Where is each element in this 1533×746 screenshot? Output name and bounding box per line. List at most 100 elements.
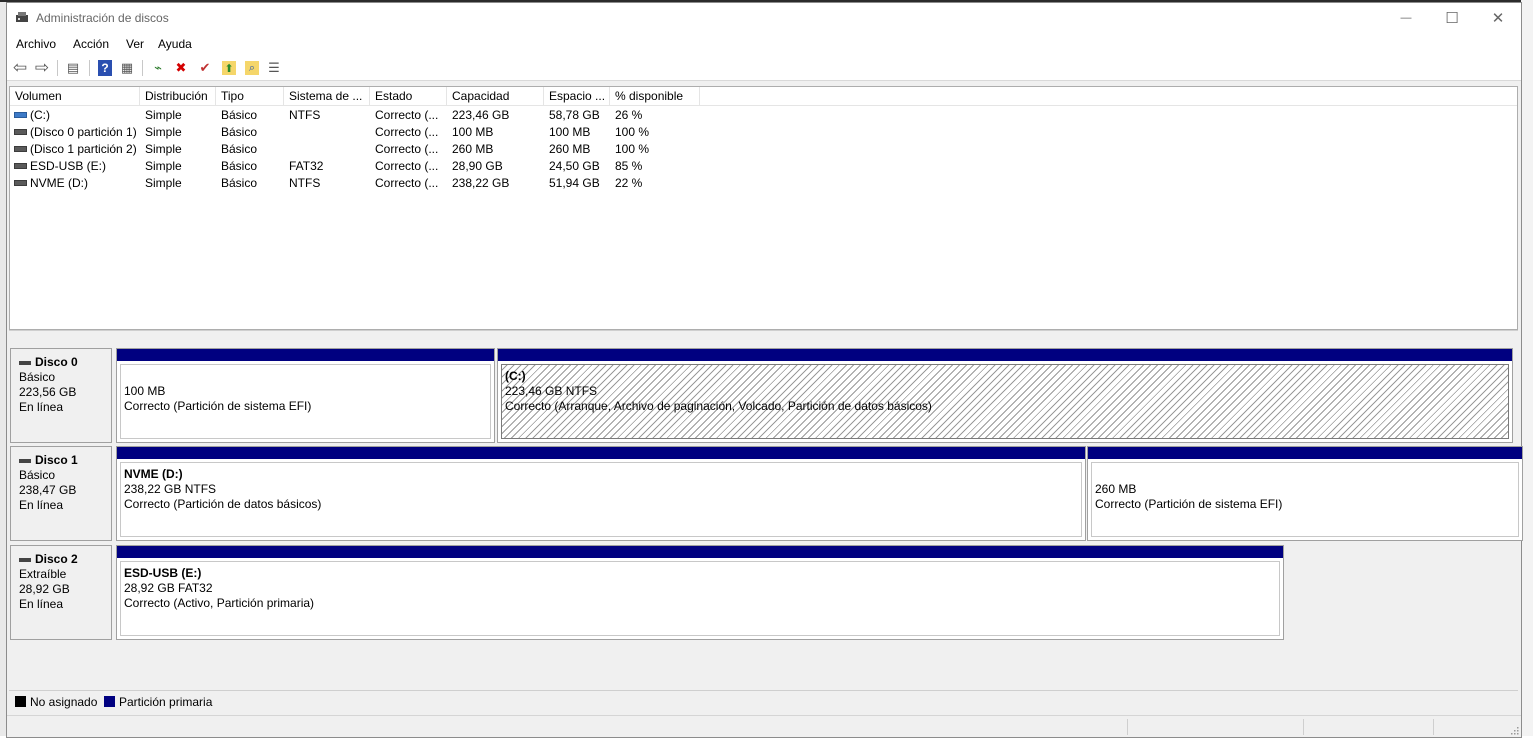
- partition-name: NVME (D:): [124, 467, 183, 481]
- cell-tipo: Básico: [221, 108, 258, 122]
- partition-status: Correcto (Activo, Partición primaria): [124, 596, 315, 610]
- partition[interactable]: 260 MB Correcto (Partición de sistema EFI…: [1087, 446, 1523, 541]
- cell-pct: 85 %: [615, 159, 643, 173]
- disk-size: 223,56 GB: [19, 385, 77, 399]
- maximize-button[interactable]: ☐: [1429, 3, 1475, 33]
- title-bar[interactable]: Administración de discos — ☐ ✕: [7, 3, 1521, 33]
- help-icon: ?: [98, 60, 112, 76]
- menu-archivo[interactable]: Archivo: [16, 37, 56, 51]
- partition-type-bar: [117, 447, 1085, 459]
- cell-cap: 238,22 GB: [452, 176, 510, 190]
- legend-swatch-unallocated: [15, 696, 26, 707]
- column-header[interactable]: Espacio ...: [544, 87, 610, 105]
- help-button[interactable]: ?: [96, 59, 114, 77]
- cell-volumen: (C:): [30, 108, 50, 122]
- disk-type: Básico: [19, 468, 56, 482]
- cell-fs: NTFS: [289, 176, 321, 190]
- disk-name-text: Disco 1: [35, 453, 78, 467]
- console-tree-button[interactable]: ▤: [64, 59, 82, 77]
- toolbar-separator: [89, 60, 90, 76]
- status-divider: [1433, 719, 1434, 735]
- disk-graphical-view: Disco 0 Básico 223,56 GB En línea 100 MB Corr…: [9, 338, 1523, 686]
- partition-type-bar: [117, 349, 494, 361]
- table-row[interactable]: (Disco 1 partición 2) Simple Básico Correct…: [10, 141, 1517, 158]
- search-folder-icon: ⌕: [245, 61, 259, 75]
- partition-size: 238,22 GB NTFS: [124, 482, 217, 496]
- column-header[interactable]: Capacidad: [447, 87, 544, 105]
- cell-tipo: Básico: [221, 125, 258, 139]
- back-arrow-button[interactable]: ⇦: [11, 58, 29, 77]
- partition-type-bar: [498, 349, 1512, 361]
- disk-label[interactable]: Disco 2 Extraíble 28,92 GB En línea: [10, 545, 112, 640]
- menu-accion[interactable]: Acción: [73, 37, 109, 51]
- partition-size: 260 MB: [1095, 482, 1137, 496]
- volume-list[interactable]: Volumen Distribución Tipo Sistema de ... Est…: [9, 86, 1518, 330]
- resize-grip-icon[interactable]: [1509, 725, 1519, 735]
- partition[interactable]: ESD-USB (E:) 28,92 GB FAT32 Correcto (Acti…: [116, 545, 1284, 640]
- cell-dist: Simple: [145, 142, 182, 156]
- cell-dist: Simple: [145, 159, 182, 173]
- partition-status: Correcto (Arranque, Archivo de paginació…: [505, 399, 932, 413]
- check-button[interactable]: ✔: [196, 59, 214, 77]
- search-folder-button[interactable]: ⌕: [243, 59, 261, 77]
- partition-details: ESD-USB (E:) 28,92 GB FAT32 Correcto (Acti…: [120, 561, 1280, 636]
- cell-esp: 58,78 GB: [549, 108, 600, 122]
- disk-status: En línea: [19, 400, 64, 414]
- connect-icon: ⌁: [154, 60, 162, 75]
- cell-estado: Correcto (...: [375, 159, 439, 173]
- column-header[interactable]: % disponible: [610, 87, 700, 105]
- toolbar-separator: [142, 60, 143, 76]
- minimize-button[interactable]: —: [1383, 3, 1429, 33]
- partition[interactable]: NVME (D:) 238,22 GB NTFS Correcto (Partici…: [116, 446, 1086, 541]
- cell-fs: [289, 124, 369, 141]
- legend-label-primary: Partición primaria: [119, 695, 213, 709]
- disk-label[interactable]: Disco 0 Básico 223,56 GB En línea: [10, 348, 112, 443]
- up-folder-button[interactable]: ⬆: [220, 59, 238, 77]
- minimize-icon: —: [1400, 12, 1412, 24]
- cell-pct: 100 %: [615, 125, 650, 139]
- close-button[interactable]: ✕: [1475, 3, 1521, 33]
- disk-status: En línea: [19, 597, 64, 611]
- partition[interactable]: 100 MB Correcto (Partición de sistema EFI…: [116, 348, 495, 443]
- disk-type: Básico: [19, 370, 56, 384]
- disk-name-text: Disco 2: [35, 552, 78, 566]
- table-row[interactable]: (Disco 0 partición 1) Simple Básico Correct…: [10, 124, 1517, 141]
- column-header[interactable]: Estado: [370, 87, 447, 105]
- properties-button[interactable]: ▦: [118, 59, 136, 77]
- window-title: Administración de discos: [36, 11, 169, 25]
- properties-icon: ▦: [120, 60, 134, 75]
- connect-button[interactable]: ⌁: [149, 59, 167, 77]
- column-header[interactable]: Volumen: [10, 87, 140, 105]
- pane-splitter[interactable]: [9, 330, 1518, 338]
- disk-row: Disco 1 Básico 238,47 GB En línea NVME (D:) 2…: [9, 446, 1523, 543]
- table-row[interactable]: NVME (D:) Simple Básico NTFS Correcto (... 23…: [10, 175, 1517, 192]
- column-header[interactable]: Distribución: [140, 87, 216, 105]
- list-view-button[interactable]: ☰: [265, 59, 283, 77]
- partition-details: 100 MB Correcto (Partición de sistema EFI…: [120, 364, 491, 439]
- partition-status: Correcto (Partición de sistema EFI): [1095, 497, 1283, 511]
- disk-row: Disco 0 Básico 223,56 GB En línea 100 MB Corr…: [9, 348, 1518, 445]
- partition-details: (C:) 223,46 GB NTFS Correcto (Arranque, Ar…: [501, 364, 1509, 439]
- system-drive-icon: [14, 112, 27, 118]
- table-row[interactable]: (C:) Simple Básico NTFS Correcto (... 223,46 …: [10, 107, 1517, 124]
- menu-ver[interactable]: Ver: [126, 37, 144, 51]
- menu-ayuda[interactable]: Ayuda: [158, 37, 192, 51]
- legend: No asignado Partición primaria: [9, 690, 1518, 712]
- disk-icon: [19, 458, 31, 463]
- disk-label[interactable]: Disco 1 Básico 238,47 GB En línea: [10, 446, 112, 541]
- column-header[interactable]: Sistema de ...: [284, 87, 370, 105]
- status-divider: [1303, 719, 1304, 735]
- column-header[interactable]: Tipo: [216, 87, 284, 105]
- partition-status: Correcto (Partición de datos básicos): [124, 497, 322, 511]
- partition-size: 100 MB: [124, 384, 166, 398]
- forward-arrow-button[interactable]: ⇨: [33, 58, 51, 77]
- table-row[interactable]: ESD-USB (E:) Simple Básico FAT32 Correcto (.…: [10, 158, 1517, 175]
- delete-button[interactable]: ✖: [172, 59, 190, 77]
- disk-name: Disco 2: [19, 552, 111, 567]
- delete-icon: ✖: [175, 60, 187, 75]
- disk-size: 238,47 GB: [19, 483, 77, 497]
- cell-fs: [289, 141, 369, 158]
- partition[interactable]: (C:) 223,46 GB NTFS Correcto (Arranque, Ar…: [497, 348, 1513, 443]
- up-folder-icon: ⬆: [222, 61, 236, 75]
- cell-esp: 51,94 GB: [549, 176, 600, 190]
